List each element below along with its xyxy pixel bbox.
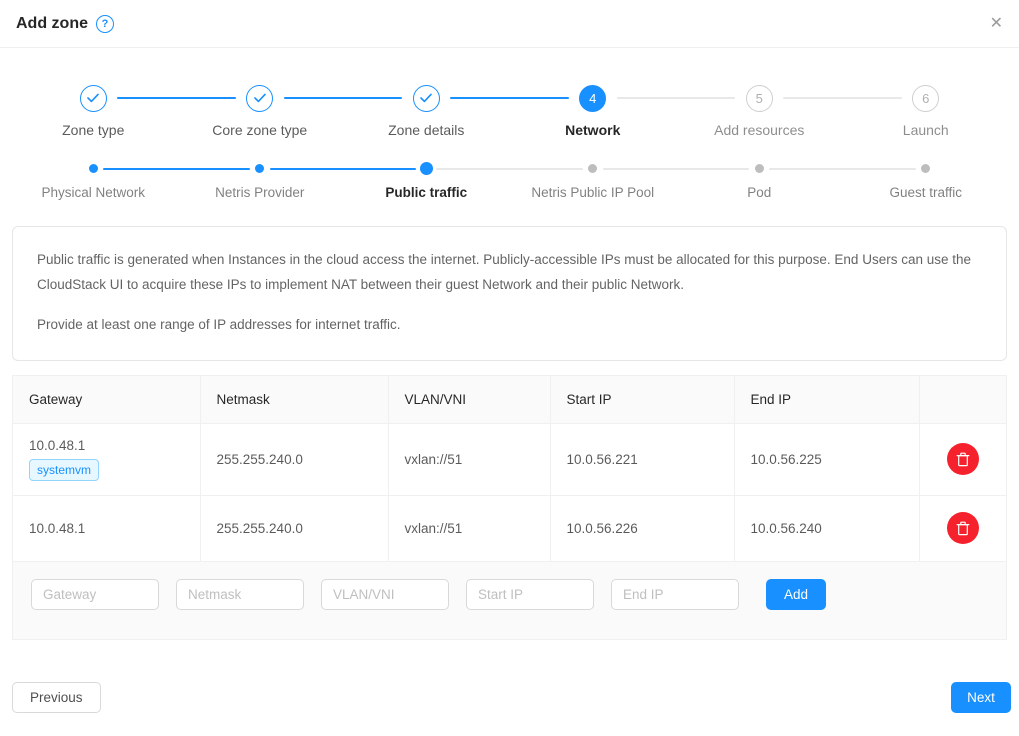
substep-public-traffic: Public traffic	[343, 162, 510, 200]
col-header-actions	[919, 376, 1006, 424]
step-label: Core zone type	[177, 122, 344, 138]
endip-input[interactable]	[611, 579, 739, 610]
gateway-value: 10.0.48.1	[29, 438, 184, 453]
step-dot	[420, 162, 433, 175]
col-header-netmask: Netmask	[200, 376, 388, 424]
col-header-startip: Start IP	[550, 376, 734, 424]
check-icon	[80, 85, 107, 112]
systemvm-tag: systemvm	[29, 459, 99, 481]
startip-cell: 10.0.56.226	[550, 495, 734, 561]
page-title: Add zone	[16, 15, 88, 33]
step-number: 4	[579, 85, 606, 112]
previous-button[interactable]: Previous	[12, 682, 101, 713]
substep-guest-traffic: Guest traffic	[843, 162, 1010, 200]
substep-label: Pod	[676, 185, 843, 200]
public-traffic-info-box: Public traffic is generated when Instanc…	[12, 226, 1007, 361]
vlan-input[interactable]	[321, 579, 449, 610]
step-dot	[588, 164, 597, 173]
step-number: 5	[746, 85, 773, 112]
step-label: Add resources	[676, 122, 843, 138]
substep-netris-public-ip-pool: Netris Public IP Pool	[510, 162, 677, 200]
trash-icon	[956, 521, 970, 536]
gateway-cell: 10.0.48.1 systemvm	[13, 423, 200, 495]
vlan-cell: vxlan://51	[388, 495, 550, 561]
step-dot	[921, 164, 930, 173]
actions-cell	[919, 495, 1006, 561]
next-button[interactable]: Next	[951, 682, 1011, 713]
substep-label: Netris Public IP Pool	[510, 185, 677, 200]
add-range-form: Add	[13, 562, 1006, 639]
delete-row-button[interactable]	[947, 512, 979, 544]
substep-label: Physical Network	[10, 185, 177, 200]
step-network: 4 Network	[510, 84, 677, 138]
startip-input[interactable]	[466, 579, 594, 610]
endip-cell: 10.0.56.225	[734, 423, 919, 495]
table-header-row: Gateway Netmask VLAN/VNI Start IP End IP	[13, 376, 1006, 424]
table-row: 10.0.48.1 systemvm 255.255.240.0 vxlan:/…	[13, 423, 1006, 495]
col-header-gateway: Gateway	[13, 376, 200, 424]
ip-range-table: Gateway Netmask VLAN/VNI Start IP End IP…	[13, 376, 1006, 562]
netmask-cell: 255.255.240.0	[200, 495, 388, 561]
close-icon[interactable]: ✕	[990, 16, 1003, 32]
step-zone-details: Zone details	[343, 84, 510, 138]
substep-label: Guest traffic	[843, 185, 1010, 200]
step-label: Zone details	[343, 122, 510, 138]
ip-range-table-container: Gateway Netmask VLAN/VNI Start IP End IP…	[12, 375, 1007, 640]
network-substepper: Physical Network Netris Provider Public …	[0, 162, 1019, 200]
startip-cell: 10.0.56.221	[550, 423, 734, 495]
step-launch: 6 Launch	[843, 84, 1010, 138]
step-dot	[255, 164, 264, 173]
trash-icon	[956, 452, 970, 467]
step-dot	[755, 164, 764, 173]
step-label: Launch	[843, 122, 1010, 138]
wizard-stepper: Zone type Core zone type Zone details 4 …	[0, 84, 1019, 138]
info-paragraph: Provide at least one range of IP address…	[37, 313, 982, 338]
step-add-resources: 5 Add resources	[676, 84, 843, 138]
step-core-zone-type: Core zone type	[177, 84, 344, 138]
substep-label: Public traffic	[343, 185, 510, 200]
substep-pod: Pod	[676, 162, 843, 200]
step-label: Network	[510, 122, 677, 138]
gateway-cell: 10.0.48.1	[13, 495, 200, 561]
col-header-endip: End IP	[734, 376, 919, 424]
add-button[interactable]: Add	[766, 579, 826, 610]
step-label: Zone type	[10, 122, 177, 138]
vlan-cell: vxlan://51	[388, 423, 550, 495]
help-icon[interactable]: ?	[96, 15, 114, 33]
substep-physical-network: Physical Network	[10, 162, 177, 200]
wizard-footer: Previous Next	[12, 682, 1011, 713]
step-number: 6	[912, 85, 939, 112]
substep-label: Netris Provider	[177, 185, 344, 200]
gateway-input[interactable]	[31, 579, 159, 610]
info-paragraph: Public traffic is generated when Instanc…	[37, 248, 982, 298]
netmask-input[interactable]	[176, 579, 304, 610]
step-dot	[89, 164, 98, 173]
step-zone-type: Zone type	[10, 84, 177, 138]
delete-row-button[interactable]	[947, 443, 979, 475]
netmask-cell: 255.255.240.0	[200, 423, 388, 495]
substep-netris-provider: Netris Provider	[177, 162, 344, 200]
actions-cell	[919, 423, 1006, 495]
dialog-header: Add zone ? ✕	[0, 0, 1019, 48]
endip-cell: 10.0.56.240	[734, 495, 919, 561]
table-row: 10.0.48.1 255.255.240.0 vxlan://51 10.0.…	[13, 495, 1006, 561]
col-header-vlan: VLAN/VNI	[388, 376, 550, 424]
check-icon	[413, 85, 440, 112]
check-icon	[246, 85, 273, 112]
